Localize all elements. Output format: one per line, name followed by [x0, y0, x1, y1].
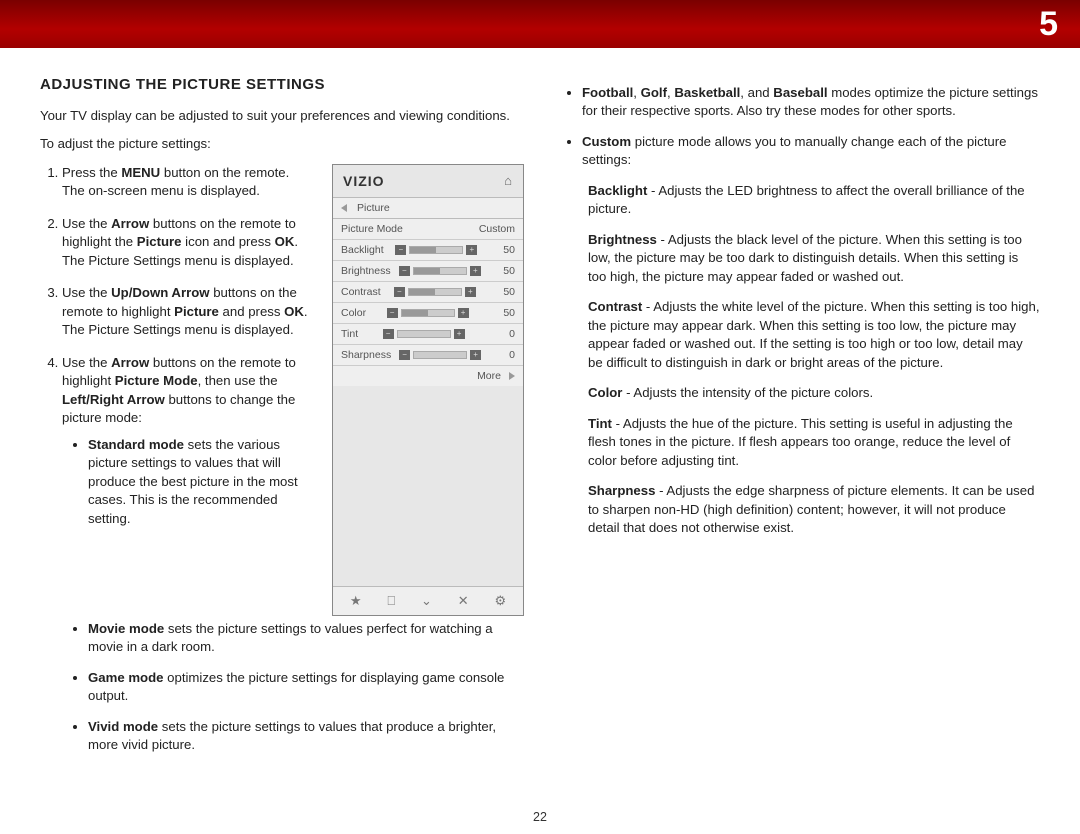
mode-sports: Football, Golf, Basketball, and Baseball… [582, 84, 1040, 121]
step-1: Press the MENU button on the remote. The… [62, 164, 314, 201]
close-icon: ✕ [458, 593, 469, 609]
vizio-row-value: 50 [489, 244, 515, 256]
vizio-row-label: Color [341, 307, 366, 319]
slider: −+ [399, 266, 481, 276]
mode-custom: Custom picture mode allows you to manual… [582, 133, 1040, 170]
vizio-row-value: 0 [489, 328, 515, 340]
vizio-row-value: 50 [489, 286, 515, 298]
breadcrumb-label: Picture [357, 202, 390, 214]
star-icon: ★ [350, 593, 362, 609]
setting-tint: Tint - Adjusts the hue of the picture. T… [588, 415, 1040, 470]
slider: −+ [383, 329, 465, 339]
header-bar: 5 [0, 0, 1080, 48]
setting-brightness: Brightness - Adjusts the black level of … [588, 231, 1040, 286]
step-4: Use the Arrow buttons on the remote to h… [62, 354, 314, 528]
chevron-down-icon: ⌄ [421, 593, 432, 609]
plus-icon: + [470, 350, 481, 360]
vizio-row-label: Contrast [341, 286, 381, 298]
plus-icon: + [466, 245, 477, 255]
home-icon: ⌂ [504, 173, 513, 188]
minus-icon: − [387, 308, 398, 318]
more-label: More [477, 370, 501, 382]
minus-icon: − [399, 350, 410, 360]
lead-text: To adjust the picture settings: [40, 135, 524, 153]
page-number: 22 [533, 810, 547, 824]
setting-color: Color - Adjusts the intensity of the pic… [588, 384, 1040, 402]
mode-movie: Movie mode sets the picture settings to … [88, 620, 524, 657]
vizio-row-value: 50 [489, 307, 515, 319]
vizio-row-value: 50 [489, 265, 515, 277]
gear-icon: ⚙ [494, 593, 506, 609]
vizio-footer: ★ ⎕ ⌄ ✕ ⚙ [333, 586, 523, 615]
vizio-brand: VIZIO [343, 173, 385, 189]
plus-icon: + [470, 266, 481, 276]
minus-icon: − [383, 329, 394, 339]
vizio-row: Tint−+0 [333, 324, 523, 345]
setting-backlight: Backlight - Adjusts the LED brightness t… [588, 182, 1040, 219]
vizio-row-label: Backlight [341, 244, 384, 256]
vizio-row-value: Custom [479, 223, 515, 235]
intro-text: Your TV display can be adjusted to suit … [40, 107, 524, 125]
slider: −+ [387, 308, 469, 318]
vizio-row: Contrast−+50 [333, 282, 523, 303]
slider: −+ [399, 350, 481, 360]
slider: −+ [394, 287, 476, 297]
mode-vivid: Vivid mode sets the picture settings to … [88, 718, 524, 755]
plus-icon: + [465, 287, 476, 297]
back-icon [341, 204, 347, 212]
vizio-row: Brightness−+50 [333, 261, 523, 282]
minus-icon: − [394, 287, 405, 297]
setting-sharpness: Sharpness - Adjusts the edge sharpness o… [588, 482, 1040, 537]
vizio-row-label: Picture Mode [341, 223, 403, 235]
vizio-row-value: 0 [489, 349, 515, 361]
rect-icon: ⎕ [387, 593, 395, 609]
vizio-row: Backlight−+50 [333, 240, 523, 261]
plus-icon: + [454, 329, 465, 339]
setting-contrast: Contrast - Adjusts the white level of th… [588, 298, 1040, 372]
chapter-number: 5 [1039, 5, 1058, 44]
vizio-row: Color−+50 [333, 303, 523, 324]
section-title: ADJUSTING THE PICTURE SETTINGS [40, 76, 524, 93]
mode-game: Game mode optimizes the picture settings… [88, 669, 524, 706]
vizio-menu-illustration: VIZIO ⌂ Picture Picture Mode Custom Backli… [332, 164, 524, 616]
page-body: ADJUSTING THE PICTURE SETTINGS Your TV d… [0, 48, 1080, 767]
steps-list: Press the MENU button on the remote. The… [40, 164, 314, 528]
vizio-row-label: Tint [341, 328, 358, 340]
slider: −+ [395, 245, 477, 255]
more-icon [509, 372, 515, 380]
vizio-row: Picture Mode Custom [333, 219, 523, 240]
vizio-row: Sharpness−+0 [333, 345, 523, 365]
left-column: ADJUSTING THE PICTURE SETTINGS Your TV d… [40, 76, 524, 767]
right-column: Football, Golf, Basketball, and Baseball… [556, 76, 1040, 767]
step-3: Use the Up/Down Arrow buttons on the rem… [62, 284, 314, 339]
minus-icon: − [395, 245, 406, 255]
mode-standard: Standard mode sets the various picture s… [88, 436, 314, 528]
vizio-row-label: Brightness [341, 265, 391, 277]
vizio-row-label: Sharpness [341, 349, 391, 361]
minus-icon: − [399, 266, 410, 276]
plus-icon: + [458, 308, 469, 318]
step-2: Use the Arrow buttons on the remote to h… [62, 215, 314, 270]
